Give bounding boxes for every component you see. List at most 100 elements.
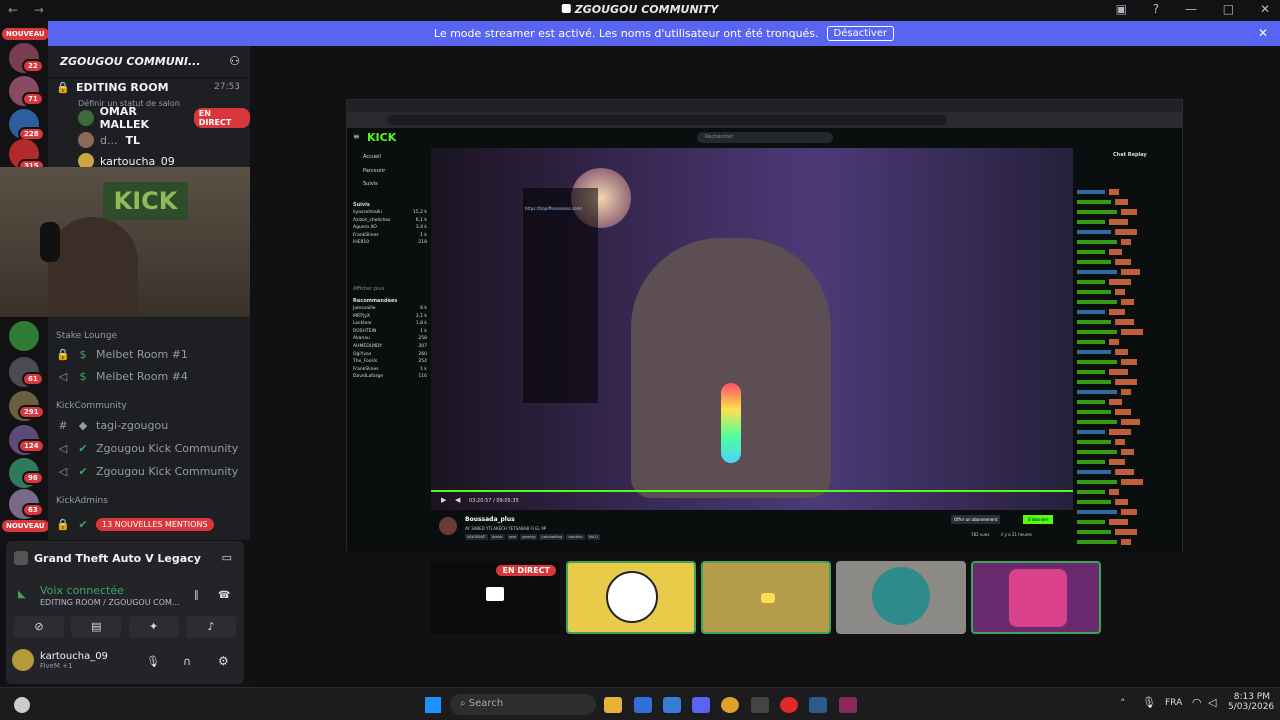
participant-tile[interactable] <box>701 561 831 634</box>
channel-avatar[interactable] <box>439 517 457 535</box>
user-area[interactable]: kartoucha_09 FiveM +1 <box>12 649 108 671</box>
headphones-icon[interactable]: ∩ <box>183 655 191 668</box>
voice-location[interactable]: EDITING ROOM / ZGOUGOU COM... <box>40 598 180 607</box>
activities-icon[interactable]: ✦ <box>128 616 179 638</box>
volume-icon[interactable]: ◀ <box>455 496 460 504</box>
stream-icon[interactable]: ▤ <box>71 616 122 638</box>
app-icon[interactable] <box>751 697 769 713</box>
stream-tag[interactable]: réaction <box>566 534 585 540</box>
chrome-icon[interactable] <box>721 697 739 713</box>
store-icon[interactable] <box>634 697 652 713</box>
voice-channel[interactable]: 🔒 $ Melbet Room #1 <box>56 344 188 364</box>
clock[interactable]: 8:13 PM 5/03/2026 <box>1228 692 1274 712</box>
category-kick-community[interactable]: KickCommunity <box>56 396 127 416</box>
close-icon[interactable]: ✕ <box>1260 2 1270 16</box>
voice-channel[interactable]: ◁ $ Melbet Room #4 <box>56 366 188 386</box>
close-icon[interactable]: ✕ <box>1258 26 1268 40</box>
start-icon[interactable] <box>425 697 441 713</box>
stream-tag[interactable]: justchatting <box>539 534 565 540</box>
participant-tile[interactable] <box>836 561 966 634</box>
chat-emote <box>1121 479 1143 485</box>
language-indicator[interactable]: FRA <box>1165 698 1182 708</box>
screen-share-tile[interactable]: EN DIRECT <box>430 561 560 634</box>
stream-tag[interactable]: VALO <box>586 534 600 540</box>
inbox-icon[interactable]: ▣ <box>1116 2 1127 16</box>
kick-channel-row[interactable]: Locklear 1,8 k <box>353 321 427 329</box>
outlook-icon[interactable] <box>663 697 681 713</box>
stream-tags: VALORANT Arabic azar gaming justchatting réac… <box>465 534 602 540</box>
chat-username <box>1077 520 1105 524</box>
disable-button[interactable]: Désactiver <box>826 26 895 41</box>
maximize-icon[interactable]: □ <box>1223 2 1234 16</box>
kick-logo[interactable]: KICK <box>367 131 396 144</box>
play-icon[interactable]: ▶ <box>441 496 446 504</box>
kick-nav-home[interactable]: Accueil <box>363 154 381 160</box>
stream-tag[interactable]: Arabic <box>489 534 505 540</box>
stream-tag[interactable]: gaming <box>520 534 538 540</box>
mentions-pill[interactable]: 13 NOUVELLES MENTIONS <box>96 517 214 531</box>
category-stake-lounge[interactable]: Stake Lounge <box>56 326 117 346</box>
chat-emote <box>1109 369 1128 375</box>
stream-tag[interactable]: VALORANT <box>465 534 488 540</box>
minimize-icon[interactable]: — <box>1185 2 1197 16</box>
camera-off-icon[interactable]: ⊘ <box>14 616 64 638</box>
volume-icon[interactable]: ◁ <box>1208 696 1216 709</box>
voice-channel[interactable]: ◁ ✔ Zgougou Kick Community <box>56 461 238 481</box>
voice-channel[interactable]: ◁ ✔ Zgougou Kick Community <box>56 438 238 458</box>
kick-search-input[interactable]: Rechercher <box>697 132 833 143</box>
chat-username <box>1077 380 1111 384</box>
server-icon[interactable] <box>9 321 39 351</box>
kick-show-more[interactable]: Afficher plus <box>353 286 384 292</box>
settings-gear-icon[interactable]: ⚙ <box>218 654 229 668</box>
kick-nav-following[interactable]: Suivis <box>363 181 378 187</box>
kick-nav-browse[interactable]: Parcourir <box>363 168 385 174</box>
video-player[interactable]: https://tropiffenseissez.com/ 03:20:57 /… <box>431 148 1073 510</box>
kick-channel-row[interactable]: Aguero XO 3,4 k <box>353 225 427 233</box>
help-icon[interactable]: ? <box>1153 2 1159 16</box>
add-member-icon[interactable]: ⚇ <box>229 54 240 68</box>
file-explorer-icon[interactable] <box>604 697 622 713</box>
kick-channel-row[interactable]: DavidLafarge 116 <box>353 374 427 382</box>
chat-username <box>1077 360 1117 364</box>
kick-channel-row[interactable]: The_FooUs 254 <box>353 359 427 367</box>
gift-sub-button[interactable]: Offrir un abonnement <box>951 515 1001 524</box>
soundboard-icon[interactable]: ∥ <box>194 590 199 601</box>
screen-share-icon[interactable]: ▭ <box>222 551 232 564</box>
discord-icon[interactable] <box>692 697 710 713</box>
subscribe-button[interactable]: S'abonner <box>1023 515 1054 524</box>
stream-tag[interactable]: azar <box>506 534 519 540</box>
forward-arrow-icon[interactable]: → <box>34 3 44 17</box>
progress-bar[interactable] <box>431 490 1073 492</box>
channel-name[interactable]: Boussada_plus <box>465 516 515 523</box>
participant-tile[interactable] <box>971 561 1101 634</box>
tray-chevron-icon[interactable]: ˄ <box>1120 697 1126 710</box>
widgets-icon[interactable] <box>14 697 30 713</box>
channel-name: tagi-zgougou <box>96 418 169 432</box>
mic-icon[interactable]: 🎙 <box>146 655 160 668</box>
opera-icon[interactable] <box>780 697 798 713</box>
kick-channel-row[interactable]: Julesvaille 8 k <box>353 306 427 314</box>
steam-icon[interactable] <box>809 697 827 713</box>
kick-channel-row[interactable]: AHMEDLMDY 307 <box>353 344 427 352</box>
kick-channel-row[interactable]: ilyasselmalki 15,2 k <box>353 210 427 218</box>
taskbar-search[interactable]: ⌕ Search <box>450 694 596 715</box>
text-channel[interactable]: # ◆ tagi-zgougou <box>56 415 168 435</box>
voice-member[interactable]: d... TL <box>78 130 140 150</box>
server-header[interactable]: ZGOUGOU COMMUNI... ⚇ <box>48 46 250 78</box>
category-kick-admins[interactable]: KickAdmins <box>56 491 108 511</box>
back-arrow-icon[interactable]: ← <box>8 3 18 17</box>
app-icon[interactable] <box>839 697 857 713</box>
participant-tile[interactable] <box>566 561 696 634</box>
wifi-icon[interactable]: ◠ <box>1192 696 1202 709</box>
soundboard-button-icon[interactable]: ♪ <box>185 616 236 638</box>
mentions-row[interactable]: 🔒 ✔ 13 NOUVELLES MENTIONS <box>56 514 214 534</box>
channel-name: Melbet Room #4 <box>96 369 188 383</box>
chat-emote <box>1115 499 1128 505</box>
tray-mic-icon[interactable]: 🎙 <box>1142 696 1156 709</box>
menu-icon[interactable]: ≡ <box>353 132 360 141</box>
voice-member[interactable]: OMAR MALLEK EN DIRECT <box>78 105 250 131</box>
chat-link[interactable]: https://tropiffenseissez.com/ <box>523 188 598 229</box>
kick-channel-row[interactable]: IHE910 218 <box>353 240 427 248</box>
kick-channel-row[interactable]: Akanau 258 <box>353 336 427 344</box>
disconnect-icon[interactable]: ☎ <box>218 590 230 601</box>
